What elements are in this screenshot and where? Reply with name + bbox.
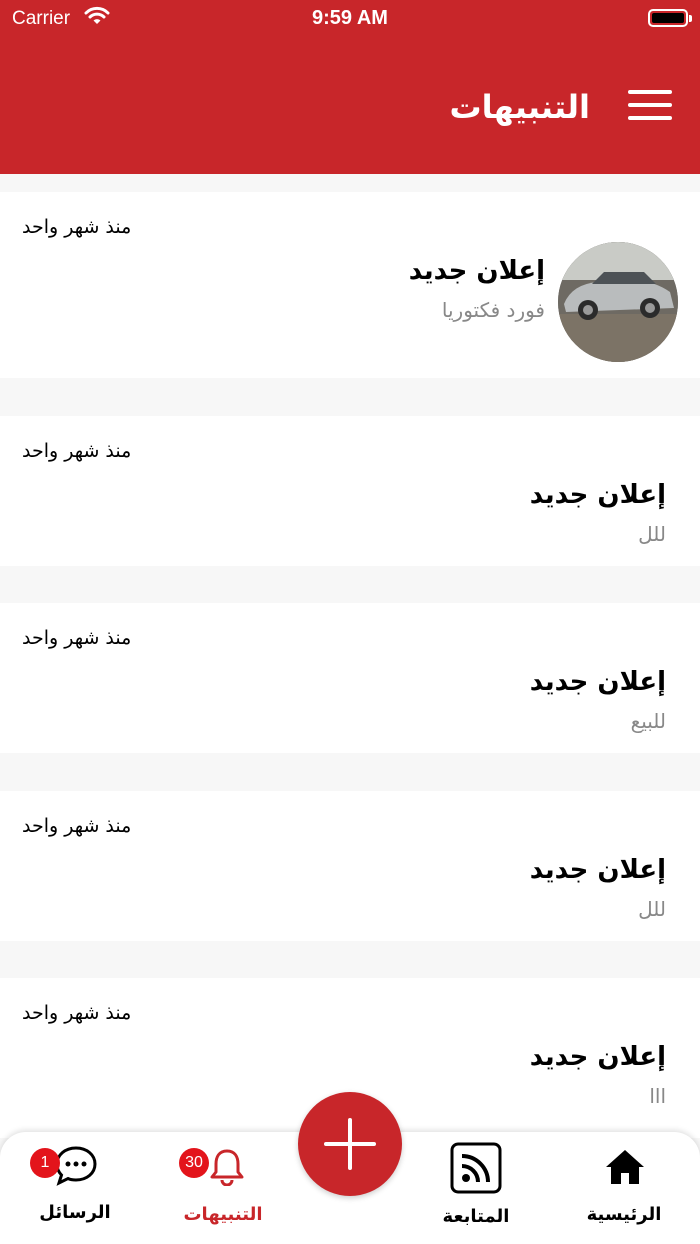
notification-time: منذ شهر واحد [22, 1002, 132, 1024]
bell-icon [210, 1149, 244, 1186]
tab-messages-label: الرسائل [39, 1202, 111, 1223]
notification-item[interactable]: منذ شهر واحد إعلان جديد للبيع [0, 603, 700, 753]
notification-subtitle: للل [638, 522, 666, 546]
hamburger-menu-icon[interactable] [628, 90, 672, 124]
tab-notifications[interactable]: 30 التنبيهات [163, 1132, 283, 1244]
notification-time: منذ شهر واحد [22, 627, 132, 649]
messages-badge: 1 [30, 1148, 60, 1178]
notification-subtitle: للبيع [630, 709, 666, 733]
add-ad-button[interactable] [298, 1092, 402, 1196]
home-icon [606, 1150, 644, 1184]
notification-subtitle: فورد فكتوريا [441, 298, 545, 322]
notification-subtitle: ااا [649, 1084, 666, 1108]
notification-item[interactable]: منذ شهر واحد إعلان جديد للل [0, 791, 700, 941]
tab-notifications-label: التنبيهات [183, 1204, 263, 1225]
battery-icon [648, 9, 692, 27]
notification-time: منذ شهر واحد [22, 815, 132, 837]
notification-item[interactable]: منذ شهر واحد إعلان جديد للل [0, 416, 700, 566]
status-bar: Carrier 9:59 AM [0, 0, 700, 36]
notification-title: إعلان جديد [529, 855, 666, 885]
notification-title: إعلان جديد [529, 667, 666, 697]
tab-messages[interactable]: 1 الرسائل [15, 1132, 135, 1244]
notification-time: منذ شهر واحد [22, 440, 132, 462]
app-header: Carrier 9:59 AM التنبيهات [0, 0, 700, 174]
notification-title: إعلان جديد [408, 256, 545, 286]
notification-item[interactable]: منذ شهر واحد إعلان جديد فورد فكتوريا [0, 192, 700, 378]
notification-subtitle: للل [638, 897, 666, 921]
page-title: التنبيهات [449, 88, 590, 126]
rss-feed-icon [450, 1142, 502, 1194]
chat-bubble-icon [55, 1146, 97, 1186]
tab-home-label: الرئيسية [586, 1204, 662, 1225]
notification-title: إعلان جديد [529, 480, 666, 510]
status-time: 9:59 AM [312, 7, 388, 29]
tab-following[interactable]: المتابعة [416, 1132, 536, 1244]
notification-time: منذ شهر واحد [22, 216, 132, 238]
notifications-badge: 30 [179, 1148, 209, 1178]
ad-thumbnail-image [558, 242, 678, 362]
tab-home[interactable]: الرئيسية [564, 1132, 684, 1244]
notification-title: إعلان جديد [529, 1042, 666, 1072]
tab-following-label: المتابعة [442, 1206, 510, 1227]
